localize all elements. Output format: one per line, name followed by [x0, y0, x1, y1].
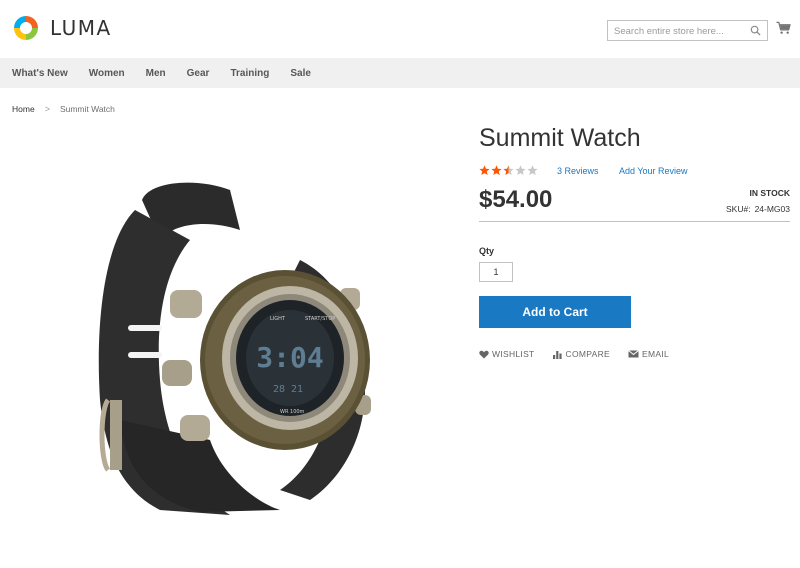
star-icon: [479, 165, 490, 175]
star-icon: [515, 165, 526, 175]
email-link[interactable]: EMAIL: [628, 349, 669, 359]
breadcrumb: Home > Summit Watch: [12, 104, 115, 114]
product-actions: WISHLIST COMPARE EMAIL: [479, 349, 687, 359]
rating-stars: [479, 165, 539, 176]
star-icon: [503, 165, 514, 175]
nav-item-women[interactable]: Women: [89, 68, 125, 79]
product-rating: [479, 165, 539, 176]
sku-value: 24-MG03: [754, 204, 790, 214]
product-price: $54.00: [479, 186, 553, 213]
add-review-link[interactable]: Add Your Review: [619, 166, 688, 176]
heart-icon: [479, 350, 489, 358]
svg-text:WR 100m: WR 100m: [280, 409, 305, 415]
product-title: Summit Watch: [479, 124, 641, 152]
product-sku: SKU#: 24-MG03: [726, 204, 790, 214]
stock-status: IN STOCK: [749, 188, 790, 198]
compare-link[interactable]: COMPARE: [552, 349, 610, 359]
email-label: EMAIL: [642, 349, 670, 359]
envelope-icon: [628, 350, 639, 358]
svg-text:START/STOP: START/STOP: [305, 316, 335, 322]
logo[interactable]: LUMA: [12, 14, 112, 42]
nav-item-whats-new[interactable]: What's New: [12, 68, 68, 79]
luma-logo-icon: [14, 16, 38, 40]
wishlist-link[interactable]: WISHLIST: [479, 349, 535, 359]
wishlist-label: WISHLIST: [492, 349, 535, 359]
divider: [479, 221, 790, 222]
cart-icon[interactable]: [776, 21, 791, 35]
breadcrumb-separator: >: [44, 104, 50, 114]
nav-item-men[interactable]: Men: [146, 68, 166, 79]
breadcrumb-home[interactable]: Home: [12, 104, 35, 114]
search-icon[interactable]: [750, 25, 761, 36]
qty-label: Qty: [479, 246, 495, 256]
star-icon: [527, 165, 538, 175]
add-to-cart-button[interactable]: Add to Cart: [479, 296, 631, 328]
main-nav: What's New Women Men Gear Training Sale: [0, 58, 800, 88]
logo-text: LUMA: [50, 16, 112, 40]
svg-text:28 21: 28 21: [273, 384, 303, 395]
sku-label: SKU#:: [725, 204, 751, 214]
nav-item-training[interactable]: Training: [230, 68, 269, 79]
reviews-link[interactable]: 3 Reviews: [557, 166, 599, 176]
product-image[interactable]: 3:04 28 21 LIGHT START/STOP WR 100m: [80, 170, 400, 520]
breadcrumb-current: Summit Watch: [59, 104, 115, 114]
search-box: [607, 20, 768, 41]
svg-text:3:04: 3:04: [256, 341, 323, 374]
compare-label: COMPARE: [565, 349, 610, 359]
compare-icon: [552, 350, 562, 359]
star-icon: [491, 165, 502, 175]
search-input[interactable]: [608, 22, 738, 41]
nav-item-sale[interactable]: Sale: [290, 68, 311, 79]
qty-input[interactable]: [479, 262, 513, 282]
svg-text:LIGHT: LIGHT: [270, 316, 286, 322]
page-header: LUMA: [0, 0, 800, 58]
nav-item-gear[interactable]: Gear: [187, 68, 210, 79]
